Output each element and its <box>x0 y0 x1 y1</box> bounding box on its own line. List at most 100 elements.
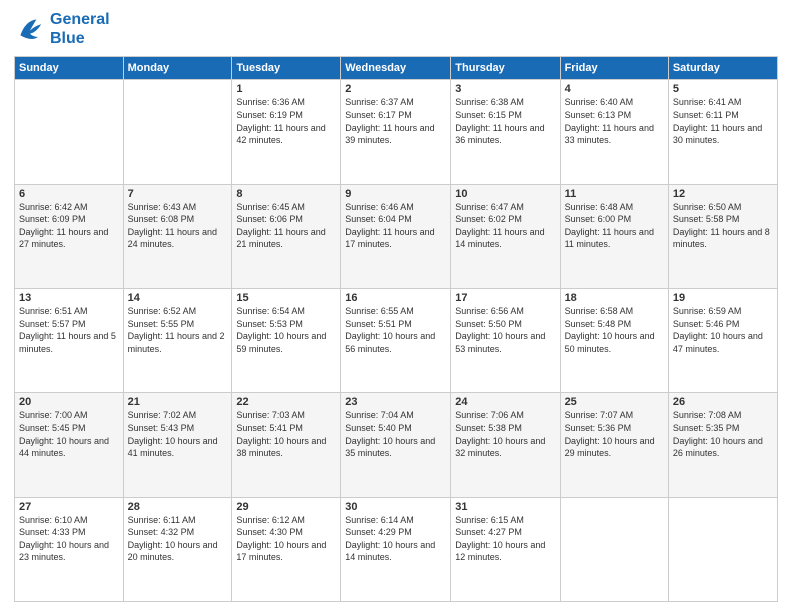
weekday-header-sunday: Sunday <box>15 57 124 80</box>
day-cell <box>668 497 777 601</box>
day-cell: 26Sunrise: 7:08 AMSunset: 5:35 PMDayligh… <box>668 393 777 497</box>
day-number: 30 <box>345 501 446 513</box>
day-number: 5 <box>673 83 773 95</box>
day-number: 15 <box>236 292 336 304</box>
day-number: 22 <box>236 396 336 408</box>
day-info: Sunrise: 6:11 AMSunset: 4:32 PMDaylight:… <box>128 514 228 564</box>
day-cell: 18Sunrise: 6:58 AMSunset: 5:48 PMDayligh… <box>560 289 668 393</box>
day-info: Sunrise: 6:48 AMSunset: 6:00 PMDaylight:… <box>565 201 664 251</box>
day-number: 20 <box>19 396 119 408</box>
day-number: 24 <box>455 396 555 408</box>
weekday-header-tuesday: Tuesday <box>232 57 341 80</box>
day-info: Sunrise: 6:43 AMSunset: 6:08 PMDaylight:… <box>128 201 228 251</box>
day-number: 10 <box>455 188 555 200</box>
weekday-header-wednesday: Wednesday <box>341 57 451 80</box>
day-info: Sunrise: 6:58 AMSunset: 5:48 PMDaylight:… <box>565 305 664 355</box>
day-cell: 8Sunrise: 6:45 AMSunset: 6:06 PMDaylight… <box>232 184 341 288</box>
day-cell: 5Sunrise: 6:41 AMSunset: 6:11 PMDaylight… <box>668 80 777 184</box>
day-number: 8 <box>236 188 336 200</box>
day-number: 23 <box>345 396 446 408</box>
day-info: Sunrise: 6:41 AMSunset: 6:11 PMDaylight:… <box>673 96 773 146</box>
day-info: Sunrise: 6:12 AMSunset: 4:30 PMDaylight:… <box>236 514 336 564</box>
day-info: Sunrise: 6:50 AMSunset: 5:58 PMDaylight:… <box>673 201 773 251</box>
day-info: Sunrise: 6:59 AMSunset: 5:46 PMDaylight:… <box>673 305 773 355</box>
day-number: 12 <box>673 188 773 200</box>
day-cell: 11Sunrise: 6:48 AMSunset: 6:00 PMDayligh… <box>560 184 668 288</box>
day-number: 7 <box>128 188 228 200</box>
day-info: Sunrise: 7:00 AMSunset: 5:45 PMDaylight:… <box>19 409 119 459</box>
day-info: Sunrise: 7:06 AMSunset: 5:38 PMDaylight:… <box>455 409 555 459</box>
weekday-header-saturday: Saturday <box>668 57 777 80</box>
day-cell: 25Sunrise: 7:07 AMSunset: 5:36 PMDayligh… <box>560 393 668 497</box>
day-cell <box>15 80 124 184</box>
week-row-4: 20Sunrise: 7:00 AMSunset: 5:45 PMDayligh… <box>15 393 778 497</box>
day-number: 14 <box>128 292 228 304</box>
day-number: 6 <box>19 188 119 200</box>
day-cell: 20Sunrise: 7:00 AMSunset: 5:45 PMDayligh… <box>15 393 124 497</box>
day-number: 28 <box>128 501 228 513</box>
day-cell: 6Sunrise: 6:42 AMSunset: 6:09 PMDaylight… <box>15 184 124 288</box>
day-number: 16 <box>345 292 446 304</box>
day-cell: 22Sunrise: 7:03 AMSunset: 5:41 PMDayligh… <box>232 393 341 497</box>
day-number: 4 <box>565 83 664 95</box>
calendar-page: General Blue SundayMondayTuesdayWednesda… <box>0 0 792 612</box>
day-cell <box>123 80 232 184</box>
day-info: Sunrise: 6:51 AMSunset: 5:57 PMDaylight:… <box>19 305 119 355</box>
weekday-header-friday: Friday <box>560 57 668 80</box>
day-cell: 9Sunrise: 6:46 AMSunset: 6:04 PMDaylight… <box>341 184 451 288</box>
day-info: Sunrise: 6:45 AMSunset: 6:06 PMDaylight:… <box>236 201 336 251</box>
day-cell: 17Sunrise: 6:56 AMSunset: 5:50 PMDayligh… <box>451 289 560 393</box>
day-cell: 4Sunrise: 6:40 AMSunset: 6:13 PMDaylight… <box>560 80 668 184</box>
day-info: Sunrise: 6:42 AMSunset: 6:09 PMDaylight:… <box>19 201 119 251</box>
logo: General Blue <box>14 10 110 48</box>
day-info: Sunrise: 7:07 AMSunset: 5:36 PMDaylight:… <box>565 409 664 459</box>
day-number: 31 <box>455 501 555 513</box>
day-cell: 15Sunrise: 6:54 AMSunset: 5:53 PMDayligh… <box>232 289 341 393</box>
day-info: Sunrise: 7:02 AMSunset: 5:43 PMDaylight:… <box>128 409 228 459</box>
day-number: 26 <box>673 396 773 408</box>
week-row-1: 1Sunrise: 6:36 AMSunset: 6:19 PMDaylight… <box>15 80 778 184</box>
day-info: Sunrise: 6:54 AMSunset: 5:53 PMDaylight:… <box>236 305 336 355</box>
day-number: 18 <box>565 292 664 304</box>
day-cell: 2Sunrise: 6:37 AMSunset: 6:17 PMDaylight… <box>341 80 451 184</box>
day-cell: 3Sunrise: 6:38 AMSunset: 6:15 PMDaylight… <box>451 80 560 184</box>
header: General Blue <box>14 10 778 48</box>
day-cell: 23Sunrise: 7:04 AMSunset: 5:40 PMDayligh… <box>341 393 451 497</box>
day-cell: 31Sunrise: 6:15 AMSunset: 4:27 PMDayligh… <box>451 497 560 601</box>
day-info: Sunrise: 6:52 AMSunset: 5:55 PMDaylight:… <box>128 305 228 355</box>
day-cell: 28Sunrise: 6:11 AMSunset: 4:32 PMDayligh… <box>123 497 232 601</box>
day-cell <box>560 497 668 601</box>
day-info: Sunrise: 6:55 AMSunset: 5:51 PMDaylight:… <box>345 305 446 355</box>
day-cell: 10Sunrise: 6:47 AMSunset: 6:02 PMDayligh… <box>451 184 560 288</box>
day-cell: 12Sunrise: 6:50 AMSunset: 5:58 PMDayligh… <box>668 184 777 288</box>
weekday-header-thursday: Thursday <box>451 57 560 80</box>
day-number: 25 <box>565 396 664 408</box>
day-info: Sunrise: 7:03 AMSunset: 5:41 PMDaylight:… <box>236 409 336 459</box>
logo-text: General Blue <box>50 10 110 48</box>
day-cell: 19Sunrise: 6:59 AMSunset: 5:46 PMDayligh… <box>668 289 777 393</box>
day-info: Sunrise: 6:14 AMSunset: 4:29 PMDaylight:… <box>345 514 446 564</box>
day-number: 11 <box>565 188 664 200</box>
day-number: 9 <box>345 188 446 200</box>
day-cell: 7Sunrise: 6:43 AMSunset: 6:08 PMDaylight… <box>123 184 232 288</box>
day-number: 2 <box>345 83 446 95</box>
day-cell: 24Sunrise: 7:06 AMSunset: 5:38 PMDayligh… <box>451 393 560 497</box>
week-row-3: 13Sunrise: 6:51 AMSunset: 5:57 PMDayligh… <box>15 289 778 393</box>
day-cell: 1Sunrise: 6:36 AMSunset: 6:19 PMDaylight… <box>232 80 341 184</box>
day-cell: 29Sunrise: 6:12 AMSunset: 4:30 PMDayligh… <box>232 497 341 601</box>
day-info: Sunrise: 6:10 AMSunset: 4:33 PMDaylight:… <box>19 514 119 564</box>
week-row-2: 6Sunrise: 6:42 AMSunset: 6:09 PMDaylight… <box>15 184 778 288</box>
weekday-header-monday: Monday <box>123 57 232 80</box>
day-info: Sunrise: 6:47 AMSunset: 6:02 PMDaylight:… <box>455 201 555 251</box>
logo-icon <box>14 13 46 45</box>
day-info: Sunrise: 7:08 AMSunset: 5:35 PMDaylight:… <box>673 409 773 459</box>
calendar-table: SundayMondayTuesdayWednesdayThursdayFrid… <box>14 56 778 602</box>
day-number: 13 <box>19 292 119 304</box>
day-number: 17 <box>455 292 555 304</box>
day-cell: 16Sunrise: 6:55 AMSunset: 5:51 PMDayligh… <box>341 289 451 393</box>
day-cell: 30Sunrise: 6:14 AMSunset: 4:29 PMDayligh… <box>341 497 451 601</box>
day-cell: 14Sunrise: 6:52 AMSunset: 5:55 PMDayligh… <box>123 289 232 393</box>
day-cell: 27Sunrise: 6:10 AMSunset: 4:33 PMDayligh… <box>15 497 124 601</box>
day-info: Sunrise: 6:37 AMSunset: 6:17 PMDaylight:… <box>345 96 446 146</box>
day-number: 19 <box>673 292 773 304</box>
